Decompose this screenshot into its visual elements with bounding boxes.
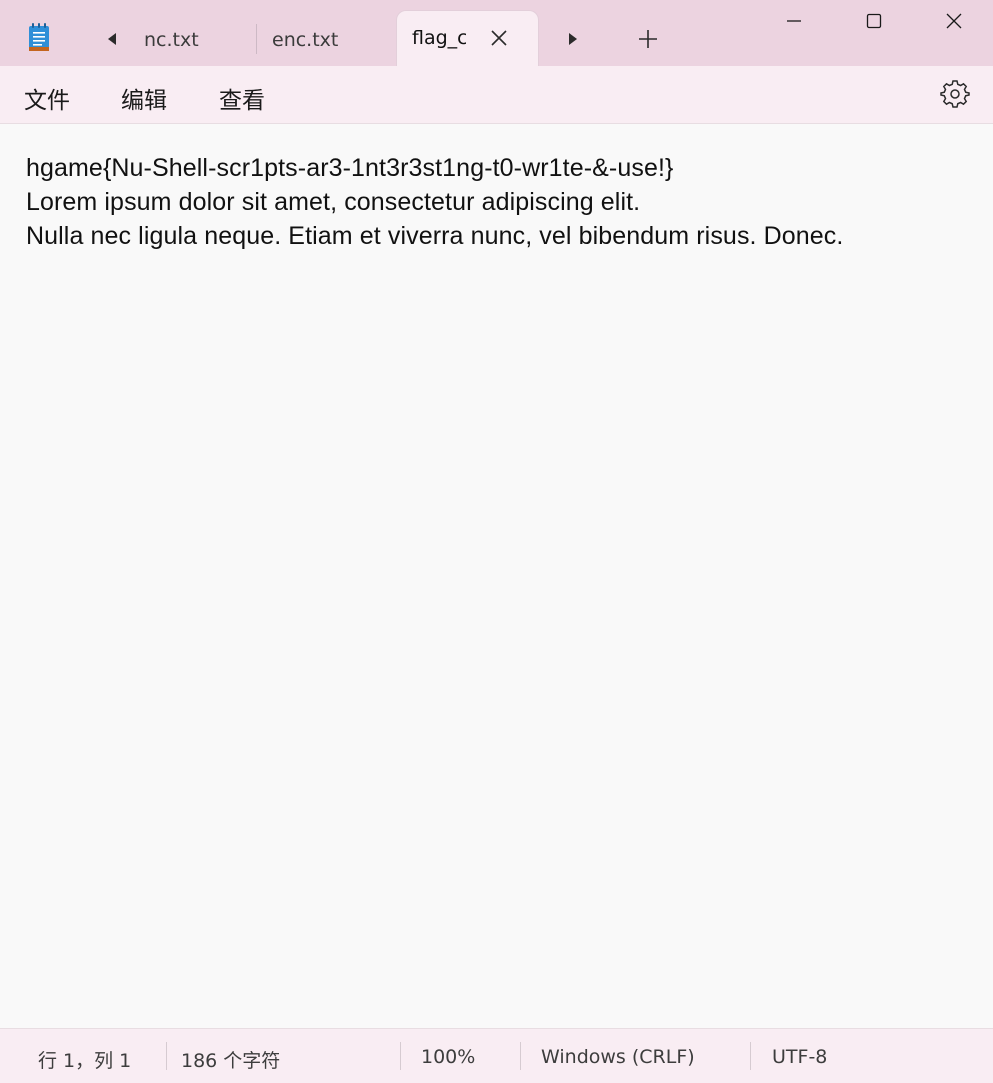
status-divider — [400, 1042, 401, 1070]
close-icon[interactable] — [488, 27, 510, 49]
caret-left-icon — [108, 33, 116, 45]
tab-scroll-left-button[interactable] — [100, 27, 124, 51]
status-bar: 行 1，列 1 186 个字符 100% Windows (CRLF) UTF-… — [0, 1028, 993, 1083]
character-count: 186 个字符 — [181, 1050, 281, 1072]
menu-view[interactable]: 查看 — [215, 79, 269, 117]
tab-label: flag_c — [412, 27, 466, 49]
gear-icon[interactable] — [940, 79, 970, 109]
caret-right-icon — [569, 33, 577, 45]
plus-icon[interactable] — [636, 27, 660, 51]
tab-label: nc.txt — [144, 28, 199, 51]
tab-scroll-right-button[interactable] — [561, 27, 585, 51]
text-editor[interactable]: hgame{Nu-Shell-scr1pts-ar3-1nt3r3st1ng-t… — [0, 124, 993, 1028]
menu-file[interactable]: 文件 — [20, 79, 74, 117]
menu-bar: 文件 编辑 查看 — [0, 66, 993, 124]
encoding[interactable]: UTF-8 — [772, 1046, 827, 1068]
editor-line: hgame{Nu-Shell-scr1pts-ar3-1nt3r3st1ng-t… — [26, 154, 674, 182]
status-divider — [166, 1042, 167, 1070]
editor-line: Nulla nec ligula neque. Etiam et viverra… — [26, 222, 844, 250]
tab-flag-active[interactable]: flag_c — [397, 11, 538, 67]
tab-nc-txt[interactable]: nc.txt — [138, 13, 255, 66]
close-window-button[interactable] — [914, 0, 993, 42]
notepad-icon — [29, 23, 49, 51]
status-divider — [520, 1042, 521, 1070]
title-bar: nc.txt enc.txt flag_c — [0, 0, 993, 67]
maximize-icon — [866, 13, 882, 29]
tab-label: enc.txt — [272, 28, 339, 51]
maximize-button[interactable] — [834, 0, 914, 42]
status-divider — [750, 1042, 751, 1070]
menu-edit[interactable]: 编辑 — [117, 79, 171, 117]
line-ending[interactable]: Windows (CRLF) — [541, 1046, 695, 1068]
cursor-position: 行 1，列 1 — [38, 1050, 132, 1072]
zoom-level[interactable]: 100% — [421, 1046, 475, 1068]
tab-enc-txt[interactable]: enc.txt — [256, 13, 396, 66]
minimize-button[interactable] — [754, 0, 834, 42]
close-icon — [946, 13, 961, 29]
editor-line: Lorem ipsum dolor sit amet, consectetur … — [26, 188, 641, 216]
minimize-icon — [787, 20, 801, 22]
